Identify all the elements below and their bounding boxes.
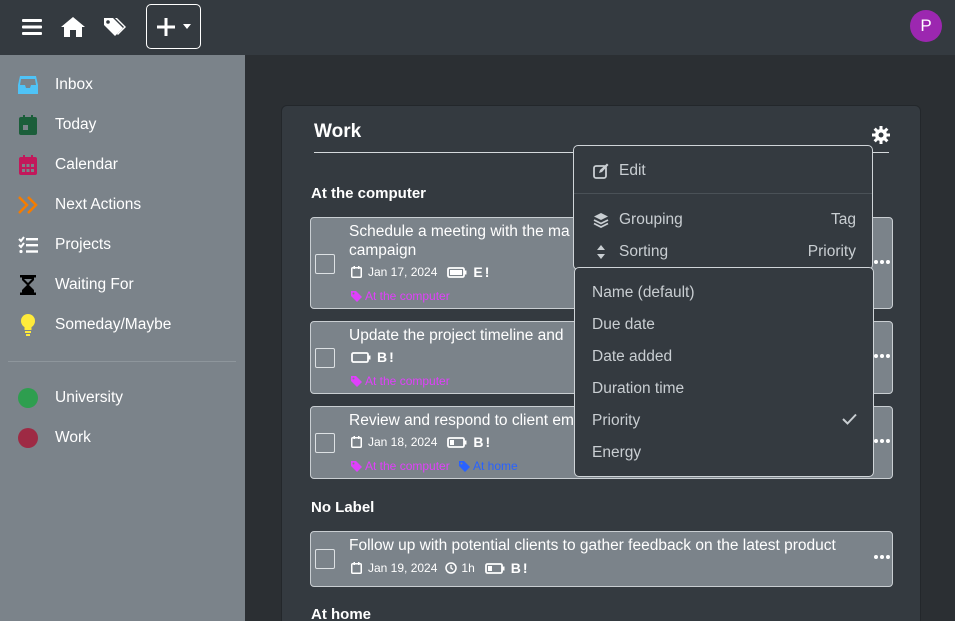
edit-icon — [592, 162, 610, 180]
project-dot-icon — [17, 387, 39, 409]
top-bar: P — [0, 0, 955, 55]
tag-at-the-computer[interactable]: At the computer — [351, 459, 450, 473]
task-checkbox[interactable] — [315, 348, 335, 368]
group-heading: At the computer — [311, 185, 427, 202]
group-heading: No Label — [311, 499, 375, 516]
project-settings-menu: Edit Grouping Tag Sorting Priority — [573, 145, 873, 270]
sort-option-energy[interactable]: Energy — [575, 437, 873, 469]
menu-item-sorting[interactable]: Sorting Priority — [574, 236, 872, 268]
caret-down-icon — [182, 24, 191, 29]
more-options-icon[interactable] — [874, 260, 890, 266]
battery-icon — [351, 351, 371, 363]
tag-icon — [351, 375, 362, 387]
menu-icon[interactable] — [19, 14, 45, 40]
more-options-icon[interactable] — [874, 354, 890, 360]
plus-icon — [156, 17, 175, 36]
check-icon — [842, 412, 857, 430]
calendar-icon — [351, 266, 362, 278]
sidebar: Inbox Today Calendar Next Actions Projec… — [0, 55, 245, 621]
task-row[interactable]: Follow up with potential clients to gath… — [310, 531, 893, 587]
task-date: Jan 18, 2024 — [368, 435, 438, 449]
home-icon[interactable] — [60, 14, 86, 40]
task-checkbox[interactable] — [315, 549, 335, 569]
tag-icon — [351, 290, 362, 302]
sort-option-due-date[interactable]: Due date — [575, 309, 873, 341]
sort-options-menu: Name (default) Due date Date added Durat… — [574, 267, 874, 477]
sidebar-item-waiting-for[interactable]: Waiting For — [0, 265, 245, 305]
sort-icon — [592, 243, 610, 261]
calendar-icon — [351, 436, 362, 448]
energy-badge: B! — [510, 560, 530, 576]
tag-at-the-computer[interactable]: At the computer — [351, 374, 450, 388]
tag-icon — [351, 460, 362, 472]
battery-icon — [447, 266, 467, 278]
task-duration: 1h — [461, 561, 475, 575]
lightbulb-icon — [17, 314, 39, 336]
more-options-icon[interactable] — [874, 555, 890, 561]
sidebar-item-inbox[interactable]: Inbox — [0, 65, 245, 105]
energy-badge: B! — [473, 434, 493, 450]
energy-badge: B! — [377, 349, 396, 365]
sidebar-item-work[interactable]: Work — [0, 418, 245, 458]
avatar[interactable]: P — [910, 10, 942, 42]
battery-icon — [447, 436, 467, 448]
menu-item-edit[interactable]: Edit — [574, 155, 872, 187]
sort-option-duration-time[interactable]: Duration time — [575, 373, 873, 405]
sidebar-item-university[interactable]: University — [0, 378, 245, 418]
list-check-icon — [17, 234, 39, 256]
task-title: Follow up with potential clients to gath… — [349, 537, 836, 554]
more-options-icon[interactable] — [874, 439, 890, 445]
task-date: Jan 19, 2024 — [368, 561, 438, 575]
project-dot-icon — [17, 427, 39, 449]
clock-icon — [445, 562, 458, 574]
task-checkbox[interactable] — [315, 433, 335, 453]
tags-icon[interactable] — [102, 14, 128, 40]
double-chevron-right-icon — [17, 194, 39, 216]
sidebar-item-next-actions[interactable]: Next Actions — [0, 185, 245, 225]
task-date: Jan 17, 2024 — [368, 265, 438, 279]
sidebar-item-today[interactable]: Today — [0, 105, 245, 145]
gear-icon[interactable] — [872, 126, 890, 144]
calendar-icon — [351, 562, 362, 574]
sidebar-item-calendar[interactable]: Calendar — [0, 145, 245, 185]
menu-item-grouping[interactable]: Grouping Tag — [574, 204, 872, 236]
hourglass-icon — [17, 274, 39, 296]
calendar-day-icon — [17, 114, 39, 136]
task-checkbox[interactable] — [315, 254, 335, 274]
sidebar-item-someday-maybe[interactable]: Someday/Maybe — [0, 305, 245, 345]
tag-at-the-computer[interactable]: At the computer — [351, 289, 450, 303]
page-title: Work — [314, 121, 362, 142]
tag-at-home[interactable]: At home — [459, 459, 518, 473]
group-heading: At home — [311, 606, 371, 621]
sort-option-name[interactable]: Name (default) — [575, 277, 873, 309]
energy-badge: E! — [473, 264, 492, 280]
battery-icon — [484, 562, 505, 574]
tag-icon — [459, 460, 470, 472]
sort-option-priority[interactable]: Priority — [575, 405, 873, 437]
add-button[interactable] — [146, 4, 201, 49]
calendar-icon — [17, 154, 39, 176]
sort-option-date-added[interactable]: Date added — [575, 341, 873, 373]
sidebar-item-projects[interactable]: Projects — [0, 225, 245, 265]
sidebar-divider — [8, 361, 236, 362]
inbox-icon — [17, 74, 39, 96]
menu-divider — [574, 193, 872, 194]
layers-icon — [592, 211, 610, 229]
